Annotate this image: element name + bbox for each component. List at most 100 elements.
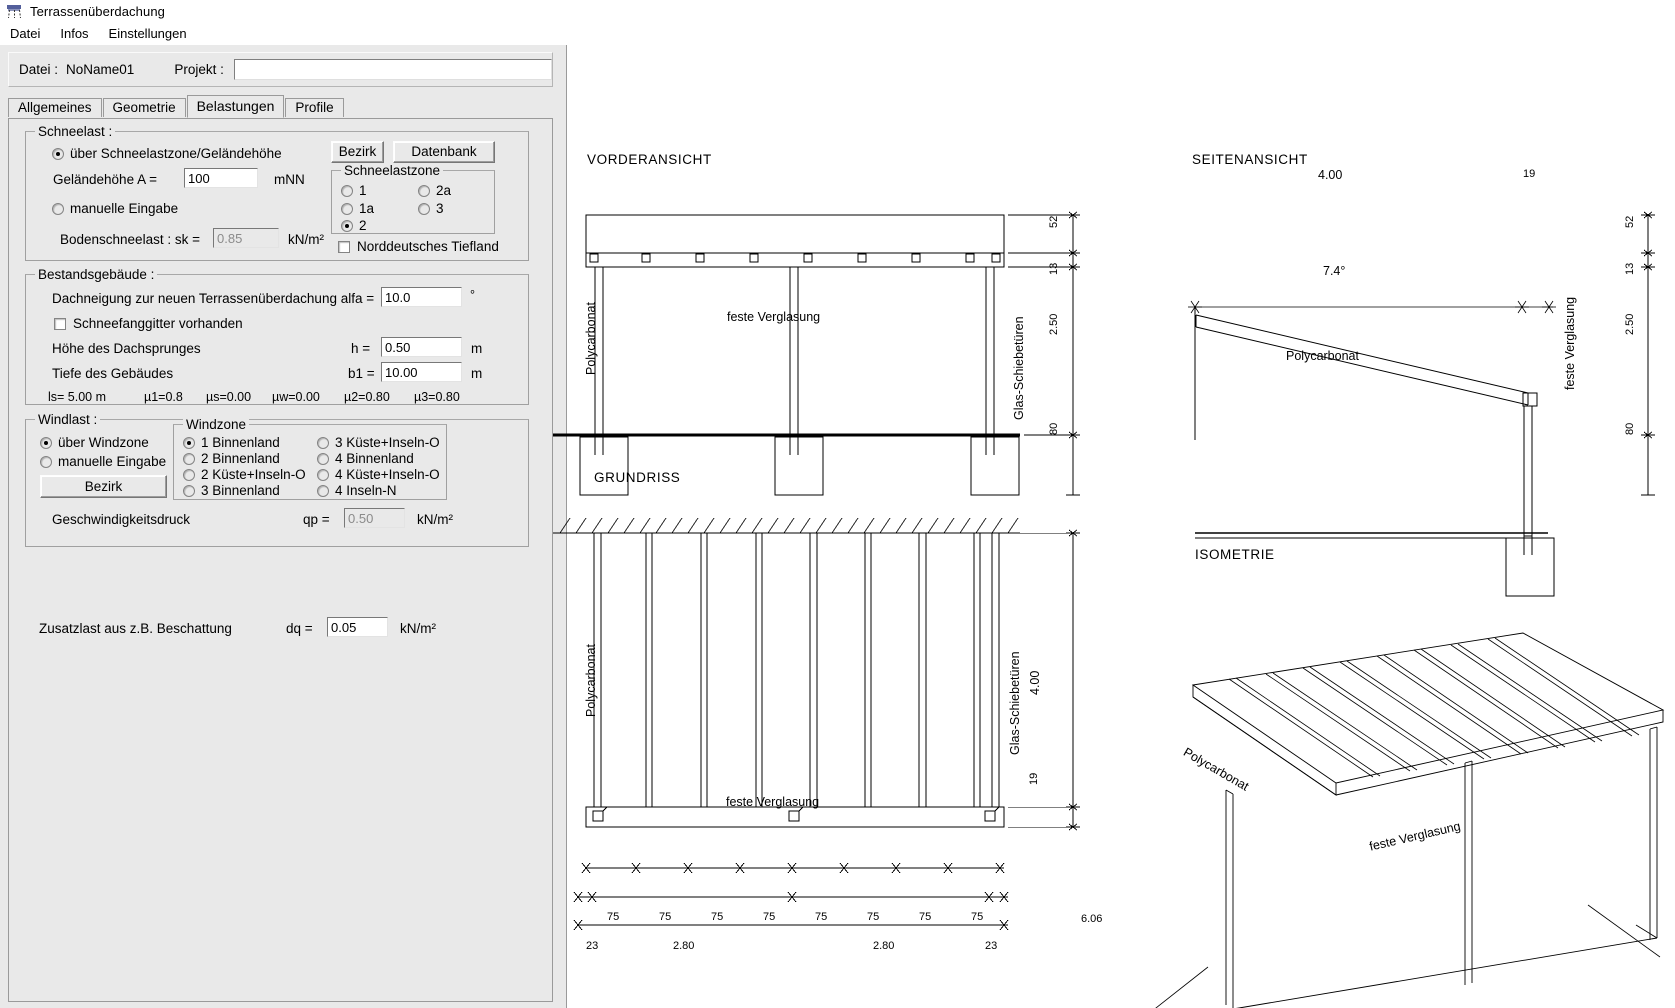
menu-item-einstellungen[interactable]: Einstellungen [107, 25, 189, 42]
checkbox-schneefanggitter-box [54, 317, 66, 330]
radio-windzone-4-binnenland-label: 4 Binnenland [335, 451, 414, 466]
checkbox-schneefanggitter[interactable]: Schneefanggitter vorhanden [54, 316, 243, 331]
radio-windzone-3-binnenland[interactable]: 3 Binnenland [183, 483, 280, 498]
title-bar: Terrassenüberdachung [0, 0, 1675, 23]
zusatzlast-symbol: dq = [286, 621, 313, 636]
qp-unit: kN/m² [417, 512, 453, 527]
tab-allgemeines[interactable]: Allgemeines [8, 98, 102, 117]
radio-windzone-4-binnenland-dot [317, 452, 329, 465]
dachneigung-input[interactable] [381, 287, 462, 307]
group-windlast-title: Windlast : [35, 412, 101, 427]
radio-zone-2-dot [341, 219, 353, 232]
radio-windzone-4-inseln[interactable]: 4 Inseln-N [317, 483, 397, 498]
result-ls: ls= 5.00 m [48, 390, 107, 404]
zusatzlast-unit: kN/m² [400, 621, 436, 636]
tiefe-symbol: b1 = [348, 366, 375, 381]
radio-zone-2a[interactable]: 2a [418, 183, 451, 198]
radio-windzone-2-kueste-dot [183, 468, 195, 481]
radio-windzone-3-kueste-dot [317, 436, 329, 449]
isometrie-title: ISOMETRIE [1195, 547, 1275, 562]
radio-zone-1-label: 1 [359, 183, 367, 198]
group-windlast: Windlast : über Windzone manuelle Eingab… [25, 412, 529, 547]
dachsprung-input[interactable] [381, 337, 462, 357]
radio-zone-2a-dot [418, 184, 430, 197]
radio-zone-1a-dot [341, 202, 353, 215]
projekt-label: Projekt : [174, 62, 224, 77]
radio-windzone-2-binnenland[interactable]: 2 Binnenland [183, 451, 280, 466]
tiefe-label: Tiefe des Gebäudes [52, 366, 174, 381]
radio-manuelle-eingabe-schnee-label: manuelle Eingabe [70, 201, 179, 216]
tab-geometrie[interactable]: Geometrie [102, 98, 186, 117]
result-mu1: µ1=0.8 [144, 390, 183, 404]
radio-zone-1[interactable]: 1 [341, 183, 367, 198]
group-schneelast: Schneelast : über Schneelastzone/Gelände… [25, 124, 529, 261]
radio-manuelle-eingabe-schnee[interactable]: manuelle Eingabe [52, 201, 178, 216]
checkbox-norddeutsches-tiefland-box [338, 240, 350, 253]
radio-windzone-3-kueste-label: 3 Küste+Inseln-O [335, 435, 440, 450]
datenbank-button[interactable]: Datenbank [393, 141, 495, 163]
radio-windzone-1-binnenland[interactable]: 1 Binnenland [183, 435, 280, 450]
group-bestandsgebaeude: Bestandsgebäude : Dachneigung zur neuen … [25, 267, 529, 405]
radio-ueber-windzone-dot [40, 436, 52, 449]
radio-windzone-4-inseln-dot [317, 484, 329, 497]
radio-windzone-4-binnenland[interactable]: 4 Binnenland [317, 451, 414, 466]
bodenschneelast-label: Bodenschneelast : sk = [60, 232, 200, 247]
radio-windzone-3-binnenland-dot [183, 484, 195, 497]
radio-manuelle-eingabe-wind[interactable]: manuelle Eingabe [40, 454, 166, 469]
radio-zone-2-label: 2 [359, 218, 367, 233]
radio-ueber-windzone[interactable]: über Windzone [40, 435, 149, 450]
bezirk-button-schnee[interactable]: Bezirk [331, 141, 384, 163]
isometrie-drawing [1155, 632, 1665, 1008]
drawing-panel: VORDERANSICHT Polycarbonat Glas-Schiebet… [553, 45, 1675, 1008]
gelaendehoehe-unit: mNN [274, 172, 305, 187]
window-title: Terrassenüberdachung [30, 4, 165, 19]
radio-windzone-2-kueste[interactable]: 2 Küste+Inseln-O [183, 467, 306, 482]
bezirk-button-wind[interactable]: Bezirk [40, 475, 167, 498]
radio-windzone-3-binnenland-label: 3 Binnenland [201, 483, 280, 498]
radio-manuelle-eingabe-wind-label: manuelle Eingabe [58, 454, 167, 469]
radio-ueber-windzone-label: über Windzone [58, 435, 149, 450]
dachneigung-unit: ° [470, 288, 475, 302]
menu-item-datei[interactable]: Datei [8, 25, 42, 42]
gelaendehoehe-input[interactable] [184, 168, 258, 188]
dachsprung-symbol: h = [351, 341, 371, 356]
radio-schneelastzone[interactable]: über Schneelastzone/Geländehöhe [52, 146, 282, 161]
radio-windzone-3-kueste[interactable]: 3 Küste+Inseln-O [317, 435, 440, 450]
radio-manuelle-eingabe-wind-dot [40, 455, 52, 468]
radio-zone-3-dot [418, 202, 430, 215]
terrace-roof-icon [6, 3, 23, 20]
radio-windzone-4-kueste[interactable]: 4 Küste+Inseln-O [317, 467, 440, 482]
result-muw: µw=0.00 [272, 390, 320, 404]
form-panel: Datei : NoName01 Projekt : Allgemeines G… [0, 45, 567, 1008]
checkbox-schneefanggitter-label: Schneefanggitter vorhanden [73, 316, 243, 331]
radio-zone-2[interactable]: 2 [341, 218, 367, 233]
tiefe-unit: m [471, 366, 483, 381]
radio-windzone-4-inseln-label: 4 Inseln-N [335, 483, 397, 498]
radio-windzone-1-binnenland-dot [183, 436, 195, 449]
group-bestandsgebaeude-title: Bestandsgebäude : [35, 267, 158, 282]
gelaendehoehe-label: Geländehöhe A = [53, 172, 157, 187]
qp-input[interactable] [344, 508, 405, 528]
qp-symbol: qp = [303, 512, 330, 527]
radio-zone-1-dot [341, 184, 353, 197]
radio-manuelle-eingabe-schnee-dot [52, 202, 64, 215]
tab-profile[interactable]: Profile [285, 98, 344, 117]
group-schneelast-title: Schneelast : [35, 124, 116, 139]
tab-belastungen[interactable]: Belastungen [186, 95, 285, 118]
dachneigung-label: Dachneigung zur neuen Terrassenüberdachu… [52, 291, 375, 306]
projekt-input[interactable] [233, 59, 552, 80]
checkbox-norddeutsches-tiefland[interactable]: Norddeutsches Tiefland [338, 239, 499, 254]
tab-panel-belastungen: Schneelast : über Schneelastzone/Gelände… [8, 118, 553, 1002]
zusatzlast-label: Zusatzlast aus z.B. Beschattung [39, 621, 232, 636]
tiefe-input[interactable] [381, 362, 462, 382]
radio-zone-1a-label: 1a [359, 201, 375, 216]
radio-zone-1a[interactable]: 1a [341, 201, 374, 216]
qp-label: Geschwindigkeitsdruck [52, 512, 191, 527]
zusatzlast-input[interactable] [327, 617, 388, 637]
menu-item-infos[interactable]: Infos [58, 25, 90, 42]
radio-zone-3[interactable]: 3 [418, 201, 444, 216]
result-mus: µs=0.00 [206, 390, 252, 404]
result-mu3: µ3=0.80 [414, 390, 460, 404]
radio-zone-3-label: 3 [436, 201, 444, 216]
bodenschneelast-input[interactable] [213, 228, 279, 248]
